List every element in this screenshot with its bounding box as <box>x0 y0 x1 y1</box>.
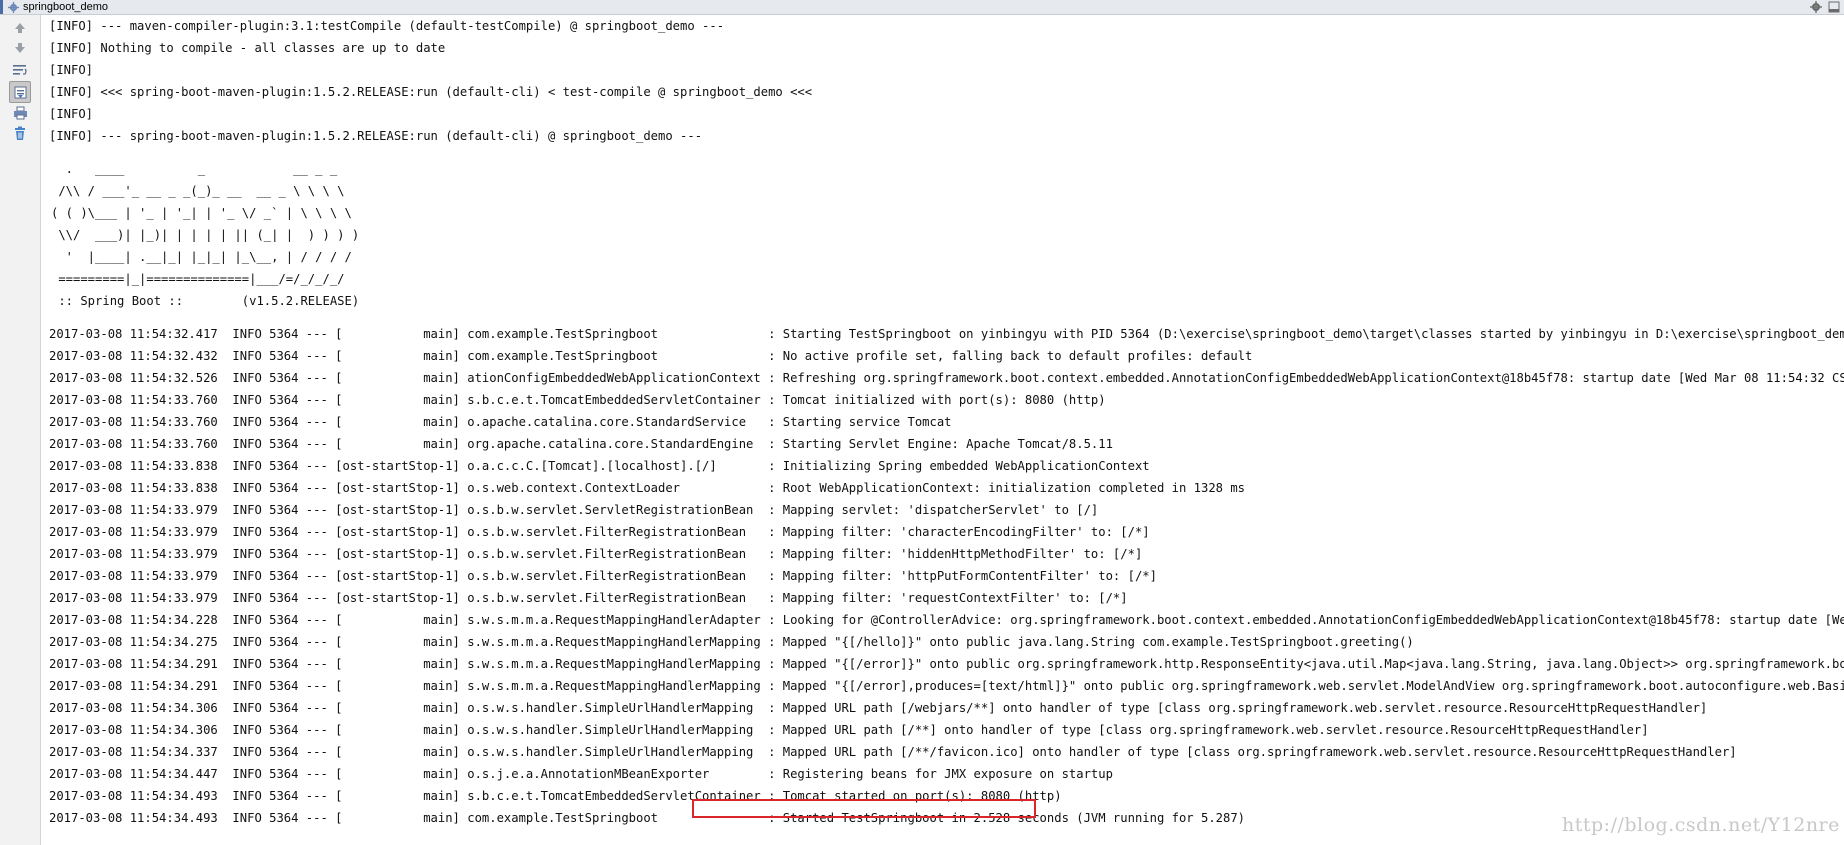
console-line: [INFO] <box>49 63 94 77</box>
banner-line: =========|_|==============|___/=/_/_/_/ <box>51 272 345 286</box>
log-line: 2017-03-08 11:54:34.228 INFO 5364 --- [ … <box>49 613 1844 627</box>
window-title-bar: springboot_demo <box>0 0 1844 15</box>
scroll-up-icon[interactable] <box>10 18 30 38</box>
log-line: 2017-03-08 11:54:32.526 INFO 5364 --- [ … <box>49 371 1844 385</box>
maven-header-lines: [INFO] --- maven-compiler-plugin:3.1:tes… <box>49 15 1844 147</box>
console-line: [INFO] <<< spring-boot-maven-plugin:1.5.… <box>49 85 813 99</box>
log-line: 2017-03-08 11:54:33.760 INFO 5364 --- [ … <box>49 415 952 429</box>
banner-line: :: Spring Boot :: (v1.5.2.RELEASE) <box>51 294 360 308</box>
log-line: 2017-03-08 11:54:34.306 INFO 5364 --- [ … <box>49 723 1649 737</box>
console-line: [INFO] --- spring-boot-maven-plugin:1.5.… <box>49 129 703 143</box>
console-line: [INFO] <box>49 107 94 121</box>
log-line: 2017-03-08 11:54:32.432 INFO 5364 --- [ … <box>49 349 1253 363</box>
clear-all-icon[interactable] <box>10 123 30 143</box>
banner-line: ( ( )\___ | '_ | '_| | '_ \/ _` | \ \ \ … <box>51 206 352 220</box>
banner-line: ' |____| .__|_| |_|_| |_\__, | / / / / <box>51 250 352 264</box>
log-line: 2017-03-08 11:54:33.979 INFO 5364 --- [o… <box>49 547 1143 561</box>
log-line: 2017-03-08 11:54:33.979 INFO 5364 --- [o… <box>49 503 1099 517</box>
console-line: [INFO] --- maven-compiler-plugin:3.1:tes… <box>49 19 725 33</box>
log-line: 2017-03-08 11:54:33.979 INFO 5364 --- [o… <box>49 591 1128 605</box>
log-line: 2017-03-08 11:54:33.838 INFO 5364 --- [o… <box>49 459 1150 473</box>
gear-icon[interactable] <box>7 1 19 13</box>
watermark: http://blog.csdn.net/Y12nre <box>1562 814 1840 836</box>
console-line: [INFO] Nothing to compile - all classes … <box>49 41 446 55</box>
log-line: 2017-03-08 11:54:34.337 INFO 5364 --- [ … <box>49 745 1737 759</box>
scroll-to-end-icon[interactable] <box>9 81 31 103</box>
settings-gear-icon[interactable] <box>1810 1 1822 13</box>
print-icon[interactable] <box>10 103 30 123</box>
log-line: 2017-03-08 11:54:34.275 INFO 5364 --- [ … <box>49 635 1414 649</box>
log-line: 2017-03-08 11:54:34.493 INFO 5364 --- [ … <box>49 789 1062 803</box>
banner-line: /\\ / ___'_ __ _ _(_)_ __ __ _ \ \ \ \ <box>51 184 345 198</box>
log-line: 2017-03-08 11:54:33.760 INFO 5364 --- [ … <box>49 393 1106 407</box>
spring-boot-banner: . ____ _ __ _ _ /\\ / ___'_ __ _ _(_)_ _… <box>51 158 1844 312</box>
console-output[interactable]: [INFO] --- maven-compiler-plugin:3.1:tes… <box>49 15 1844 845</box>
log-line: 2017-03-08 11:54:34.291 INFO 5364 --- [ … <box>49 657 1844 671</box>
console-toolbar <box>0 15 41 845</box>
scroll-down-icon[interactable] <box>10 38 30 58</box>
soft-wrap-icon[interactable] <box>10 60 30 80</box>
log-lines: 2017-03-08 11:54:32.417 INFO 5364 --- [ … <box>49 323 1844 829</box>
log-line: 2017-03-08 11:54:34.291 INFO 5364 --- [ … <box>49 679 1844 693</box>
log-line: 2017-03-08 11:54:33.838 INFO 5364 --- [o… <box>49 481 1246 495</box>
banner-line: \\/ ___)| |_)| | | | | || (_| | ) ) ) ) <box>51 228 360 242</box>
log-line: 2017-03-08 11:54:34.447 INFO 5364 --- [ … <box>49 767 1113 781</box>
window-edge-marker <box>0 0 3 14</box>
banner-line: . ____ _ __ _ _ <box>51 162 338 176</box>
log-line: 2017-03-08 11:54:32.417 INFO 5364 --- [ … <box>49 327 1844 341</box>
log-line: 2017-03-08 11:54:33.760 INFO 5364 --- [ … <box>49 437 1113 451</box>
hide-panel-icon[interactable] <box>1828 1 1840 13</box>
log-line: 2017-03-08 11:54:33.979 INFO 5364 --- [o… <box>49 525 1150 539</box>
log-line: 2017-03-08 11:54:34.306 INFO 5364 --- [ … <box>49 701 1708 715</box>
log-line: 2017-03-08 11:54:33.979 INFO 5364 --- [o… <box>49 569 1157 583</box>
window-title: springboot_demo <box>23 1 109 13</box>
